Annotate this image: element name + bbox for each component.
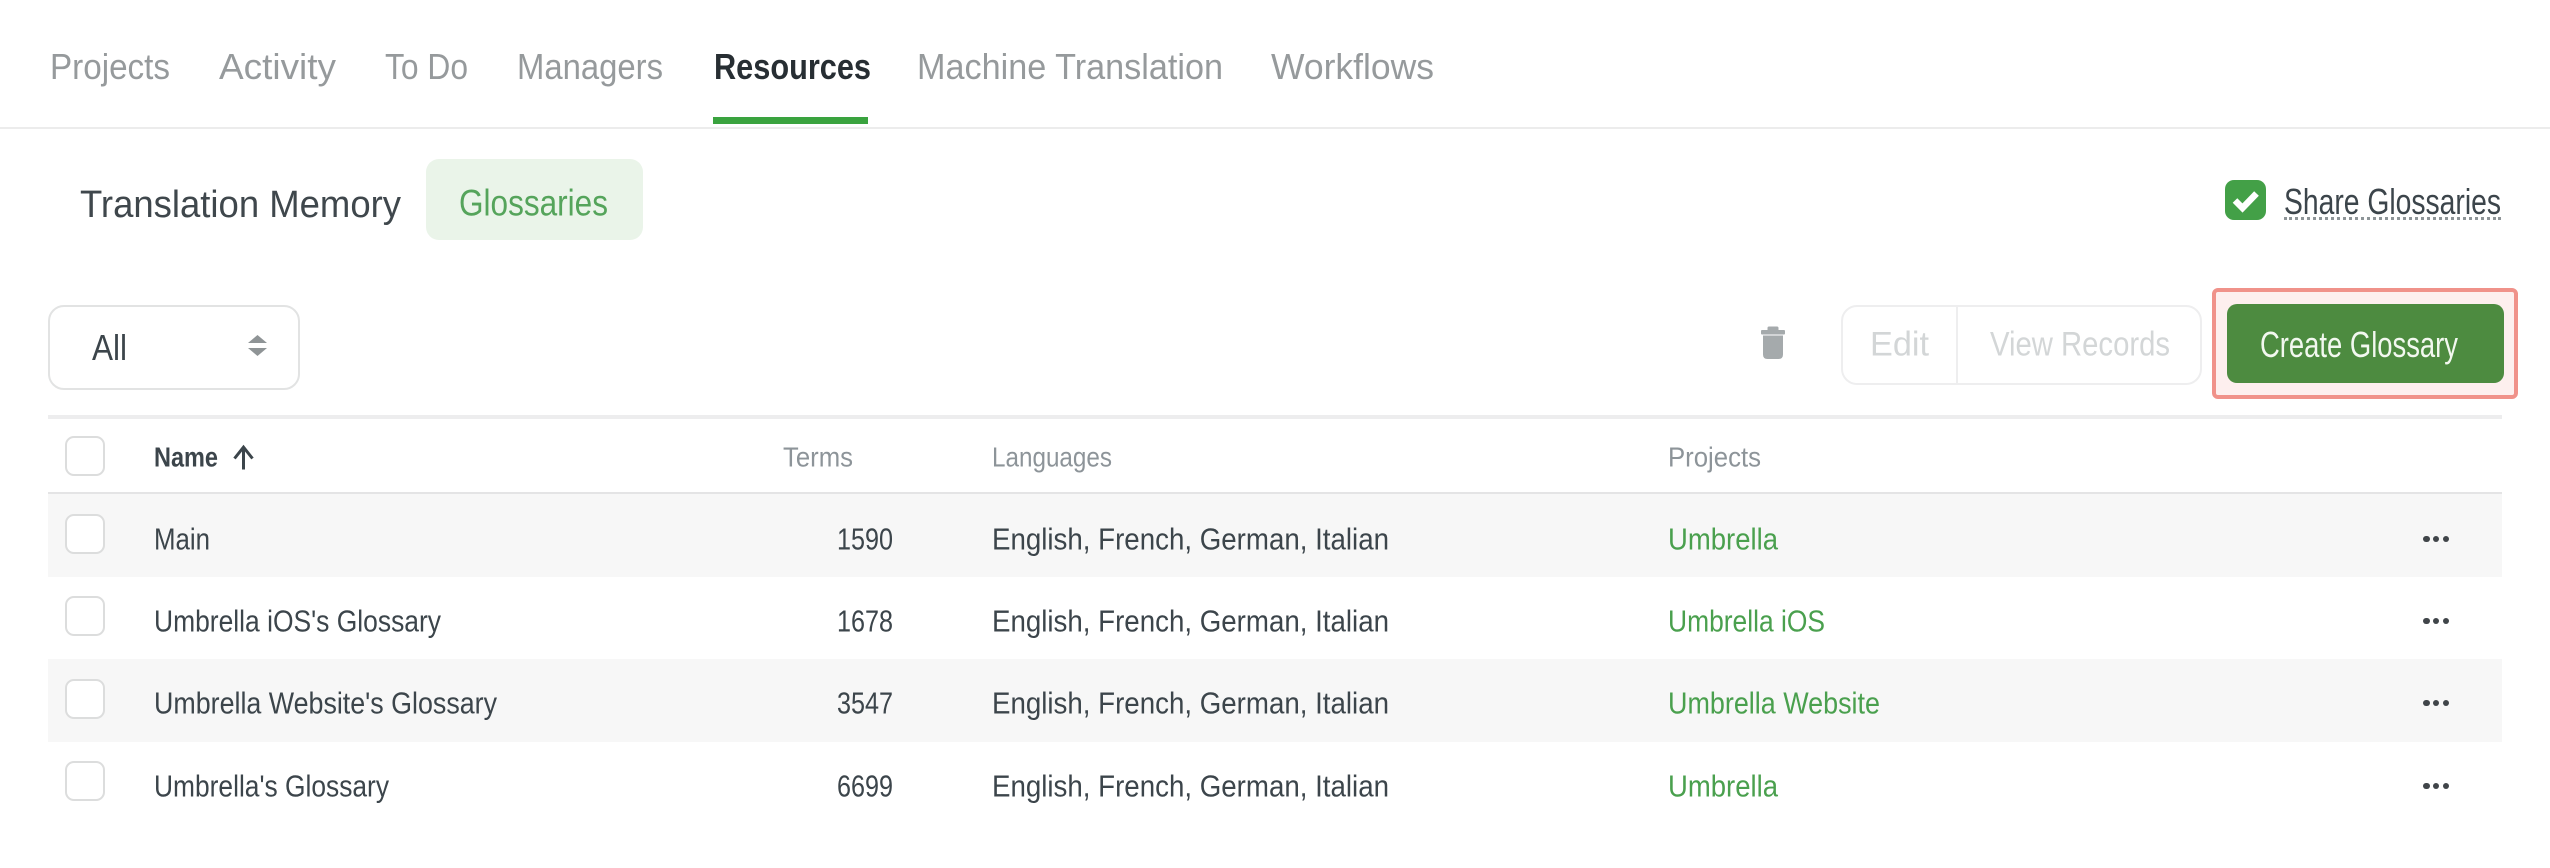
- svg-text:English, French, German, Itali: English, French, German, Italian: [992, 769, 1389, 804]
- svg-text:Umbrella iOS: Umbrella iOS: [1668, 604, 1825, 639]
- svg-text:Translation Memory: Translation Memory: [80, 183, 401, 225]
- svg-text:Umbrella Website: Umbrella Website: [1668, 686, 1880, 721]
- svg-text:Glossaries: Glossaries: [459, 182, 608, 223]
- svg-text:Workflows: Workflows: [1271, 46, 1434, 87]
- svg-text:Activity: Activity: [219, 46, 336, 87]
- svg-text:6699: 6699: [837, 769, 893, 804]
- svg-text:Umbrella iOS's Glossary: Umbrella iOS's Glossary: [154, 604, 441, 639]
- svg-text:To Do: To Do: [385, 46, 468, 87]
- svg-text:Umbrella's Glossary: Umbrella's Glossary: [154, 769, 389, 804]
- svg-text:Projects: Projects: [50, 46, 170, 87]
- svg-text:Edit: Edit: [1870, 326, 1930, 364]
- svg-text:Umbrella: Umbrella: [1668, 769, 1779, 804]
- svg-text:English, French, German, Itali: English, French, German, Italian: [992, 522, 1389, 557]
- svg-text:All: All: [92, 327, 127, 368]
- svg-text:View Records: View Records: [1990, 326, 2170, 364]
- svg-text:3547: 3547: [837, 686, 893, 721]
- svg-text:Languages: Languages: [992, 442, 1112, 473]
- svg-text:English, French, German, Itali: English, French, German, Italian: [992, 686, 1389, 721]
- svg-text:Managers: Managers: [517, 46, 663, 87]
- svg-text:Umbrella: Umbrella: [1668, 522, 1779, 557]
- svg-text:Name: Name: [154, 442, 218, 473]
- svg-text:Umbrella Website's Glossary: Umbrella Website's Glossary: [154, 686, 497, 721]
- svg-text:1590: 1590: [837, 522, 893, 557]
- svg-text:Main: Main: [154, 522, 210, 557]
- svg-text:English, French, German, Itali: English, French, German, Italian: [992, 604, 1389, 639]
- svg-text:Terms: Terms: [783, 442, 853, 473]
- svg-text:Projects: Projects: [1668, 442, 1761, 473]
- svg-text:Create Glossary: Create Glossary: [2260, 324, 2458, 365]
- svg-text:Machine Translation: Machine Translation: [917, 46, 1223, 87]
- svg-text:Share Glossaries: Share Glossaries: [2284, 181, 2501, 222]
- svg-text:Resources: Resources: [714, 46, 871, 87]
- svg-text:1678: 1678: [837, 604, 893, 639]
